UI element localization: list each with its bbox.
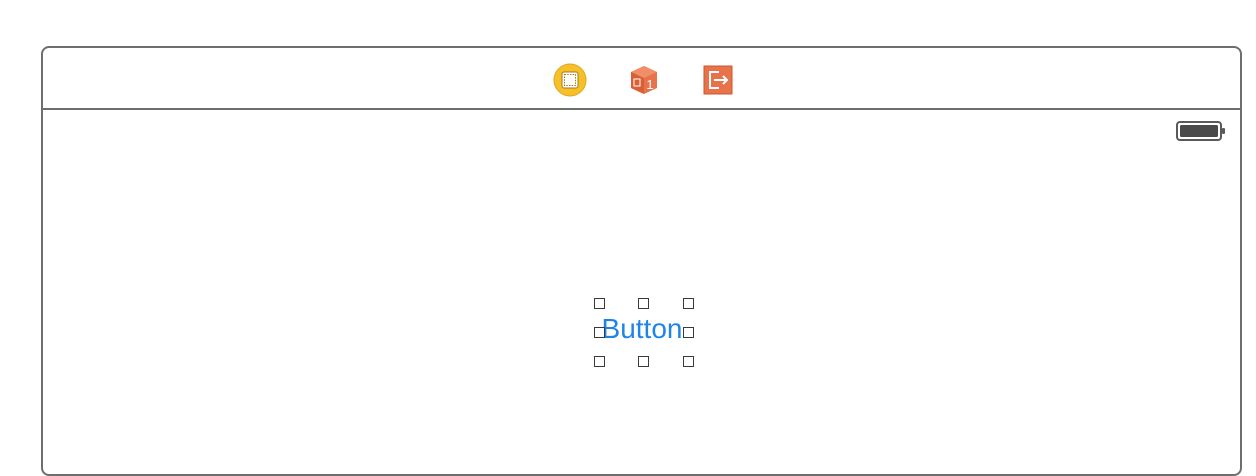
first-responder-icon[interactable]: 1 <box>627 63 661 97</box>
resize-handle-left[interactable] <box>594 327 605 338</box>
root-view[interactable]: Button <box>43 110 1240 474</box>
svg-text:1: 1 <box>646 77 653 92</box>
resize-handle-top[interactable] <box>638 298 649 309</box>
exit-icon[interactable] <box>701 63 735 97</box>
scene-dock: 1 <box>43 48 1240 110</box>
resize-handle-top-right[interactable] <box>683 298 694 309</box>
resize-handle-bottom-right[interactable] <box>683 356 694 367</box>
view-controller-icon[interactable] <box>553 63 587 97</box>
selected-button[interactable]: Button <box>594 298 694 367</box>
resize-handle-bottom-left[interactable] <box>594 356 605 367</box>
resize-handle-bottom[interactable] <box>638 356 649 367</box>
view-controller-scene: 1 Button <box>41 46 1242 476</box>
resize-handle-top-left[interactable] <box>594 298 605 309</box>
battery-icon <box>1176 121 1226 141</box>
resize-handle-right[interactable] <box>683 327 694 338</box>
